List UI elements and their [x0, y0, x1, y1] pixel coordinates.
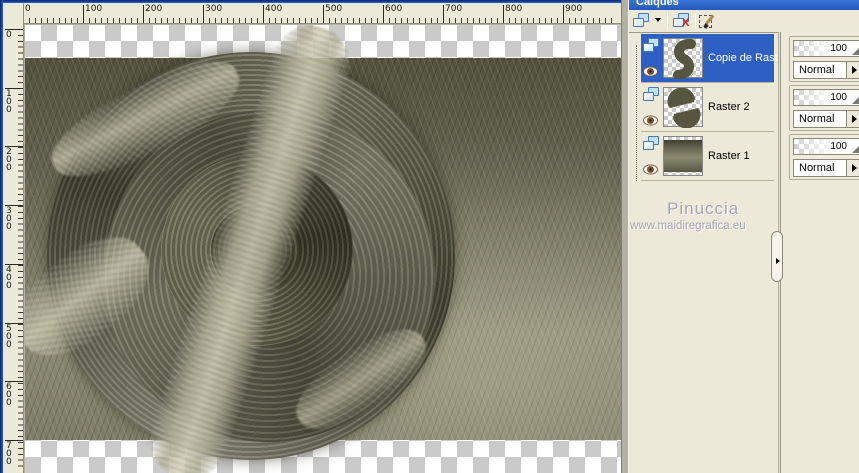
layer-type-icon: [643, 136, 660, 151]
v-ruler-label: 1 0 0: [6, 88, 12, 115]
h-ruler-tick: [323, 5, 324, 23]
blend-mode-value: Normal: [799, 64, 835, 76]
layer-link-gutter: [636, 45, 637, 181]
blend-combo-button[interactable]: [846, 160, 859, 176]
v-ruler-label: 0: [6, 30, 12, 40]
new-layer-icon: [633, 13, 650, 28]
h-ruler-tick: [443, 5, 444, 23]
h-ruler-label: 300: [205, 4, 223, 14]
h-ruler-tick: [143, 5, 144, 23]
blend-mode-combo[interactable]: Normal: [793, 61, 859, 79]
h-ruler-label: 0: [25, 4, 31, 14]
h-ruler-minor-ticks: [23, 18, 615, 23]
workspace-gap: [621, 0, 628, 473]
layer-row-copie-de-raster[interactable]: Copie de Raste: [641, 34, 784, 83]
blend-mode-combo[interactable]: Normal: [793, 159, 859, 177]
new-layer-button[interactable]: [633, 13, 663, 30]
layers-palette: Calques X Copie de Raste Raster 2 Raster…: [628, 0, 859, 473]
layer-thumbnail-gradient: [664, 140, 702, 172]
layer-controls-group: 100 Normal: [789, 36, 859, 82]
h-ruler-label: 600: [385, 4, 403, 14]
h-ruler-tick: [83, 5, 84, 23]
layer-type-icon: [643, 38, 660, 53]
opacity-value: 100: [830, 43, 847, 54]
visibility-eye-icon[interactable]: [643, 164, 658, 175]
layer-thumbnail[interactable]: [663, 38, 703, 80]
opacity-slider-handle-icon[interactable]: [852, 96, 859, 104]
watermark-name: Pinuccia: [667, 199, 740, 218]
h-ruler-label: 700: [445, 4, 463, 14]
v-ruler-label: 4 0 0: [6, 264, 12, 291]
edit-selection-button[interactable]: [699, 13, 721, 30]
v-ruler-minor-ticks: [18, 29, 23, 469]
h-ruler: 0 100 200 300 400 500 600 700 800 900: [3, 3, 621, 24]
opacity-value: 100: [830, 141, 847, 152]
layer-type-icon: [643, 87, 660, 102]
layer-name[interactable]: Raster 2: [708, 101, 750, 113]
blend-combo-button[interactable]: [846, 111, 859, 127]
v-ruler: 0 1 0 0 2 0 0 3 0 0 4 0 0 5 0 0 6 0 0 7 0 0: [3, 3, 24, 473]
h-ruler-label: 900: [565, 4, 583, 14]
toolbar-separator: [695, 13, 696, 29]
blend-mode-combo[interactable]: Normal: [793, 110, 859, 128]
palette-titlebar[interactable]: Calques: [629, 0, 859, 10]
new-layer-dropdown-arrow-icon[interactable]: [655, 18, 661, 22]
layer-thumbnail[interactable]: [663, 87, 703, 129]
palette-toolbar: X: [629, 10, 859, 32]
delete-x-icon: X: [682, 17, 690, 29]
layer-name[interactable]: Raster 1: [708, 150, 750, 162]
layer-controls-group: 100 Normal: [789, 85, 859, 131]
watermark-url: www.maidiregrafica.eu: [630, 220, 746, 232]
h-ruler-label: 800: [505, 4, 523, 14]
v-ruler-label: 3 0 0: [6, 206, 12, 233]
blend-opacity-panel: 100 Normal 100 Normal 100 Normal: [780, 32, 859, 473]
blend-mode-value: Normal: [799, 162, 835, 174]
h-ruler-label: 400: [265, 4, 283, 14]
layer-controls-group: 100 Normal: [789, 134, 859, 180]
h-ruler-tick: [263, 5, 264, 23]
opacity-slider-handle-icon[interactable]: [852, 47, 859, 55]
splitter-arrow-icon: [776, 258, 780, 264]
artwork-image: [25, 25, 621, 473]
h-ruler-tick: [563, 5, 564, 23]
delete-layer-button[interactable]: X: [673, 13, 695, 30]
opacity-value: 100: [830, 92, 847, 103]
combo-arrow-icon: [852, 115, 857, 123]
h-ruler-label: 200: [145, 4, 163, 14]
h-ruler-tick: [383, 5, 384, 23]
v-ruler-label: 6 0 0: [6, 382, 12, 409]
image-canvas[interactable]: [25, 25, 621, 473]
panel-splitter-handle[interactable]: [771, 231, 783, 282]
layer-row-raster-2[interactable]: Raster 2: [641, 83, 774, 132]
blend-combo-button[interactable]: [846, 62, 859, 78]
h-ruler-label: 500: [325, 4, 343, 14]
layer-name[interactable]: Copie de Raste: [708, 52, 784, 64]
layer-thumbnail[interactable]: [663, 136, 703, 176]
h-ruler-tick: [503, 5, 504, 23]
v-ruler-label: 5 0 0: [6, 323, 12, 350]
opacity-slider[interactable]: 100: [793, 89, 859, 106]
visibility-eye-icon[interactable]: [643, 115, 658, 126]
h-ruler-label: 100: [85, 4, 103, 14]
combo-arrow-icon: [852, 66, 857, 74]
layer-row-raster-1[interactable]: Raster 1: [641, 132, 774, 181]
v-ruler-label: 2 0 0: [6, 147, 12, 174]
layer-list: Copie de Raste Raster 2 Raster 1 Pinucci…: [629, 32, 784, 473]
visibility-eye-icon[interactable]: [643, 66, 658, 77]
blend-mode-value: Normal: [799, 113, 835, 125]
combo-arrow-icon: [852, 164, 857, 172]
palette-title: Calques: [636, 0, 679, 8]
opacity-slider[interactable]: 100: [793, 138, 859, 155]
opacity-slider-handle-icon[interactable]: [852, 145, 859, 153]
h-ruler-tick: [203, 5, 204, 23]
v-ruler-label: 7 0 0: [6, 440, 12, 467]
toolbar-separator: [667, 13, 668, 29]
opacity-slider[interactable]: 100: [793, 40, 859, 57]
